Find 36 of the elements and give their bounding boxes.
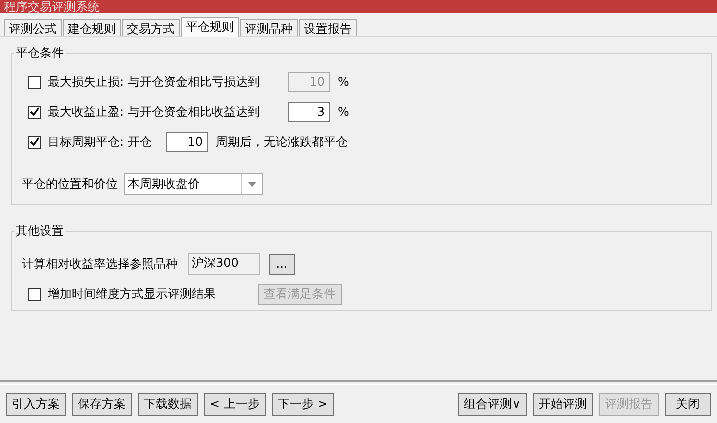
group-title: 平仓条件 [15, 45, 65, 62]
checkbox[interactable] [28, 106, 41, 118]
tab[interactable]: 评测品种 [240, 19, 298, 36]
dropdown[interactable]: 本周期收盘价 [124, 173, 263, 195]
browse-button[interactable]: ... [269, 254, 295, 274]
caret-icon [248, 182, 256, 186]
footer-button[interactable]: < 上一步 [204, 392, 266, 416]
rule-label: 目标周期平仓: 开仓 [48, 134, 153, 150]
unit-label: 周期后，无论涨跌都平仓 [216, 134, 348, 150]
tab[interactable]: 设置报告 [299, 19, 357, 36]
group-title: 其他设置 [15, 223, 65, 240]
window-title: 程序交易评测系统 [3, 1, 100, 13]
tab[interactable]: 交易方式 [122, 19, 180, 36]
footer-button[interactable]: 下载数据 [138, 392, 198, 416]
footer-button[interactable]: 下一步 > [272, 392, 334, 416]
checkbox[interactable] [28, 136, 41, 148]
tab[interactable]: 评测公式 [4, 19, 62, 36]
footer-button[interactable]: 开始评测 [533, 392, 593, 416]
footer-button[interactable]: 保存方案 [72, 392, 132, 416]
rule-label: 最大收益止盈: 与开仓资金相比收益达到 [48, 104, 261, 120]
unit-label: % [338, 75, 350, 89]
reference-label: 计算相对收益率选择参照品种 [22, 256, 178, 272]
footer-button[interactable]: 组合评测∨ [458, 392, 527, 416]
checkbox[interactable] [28, 76, 41, 88]
option-label: 增加时间维度方式显示评测结果 [48, 286, 217, 302]
rule-label: 最大损失止损: 与开仓资金相比亏损达到 [48, 74, 261, 90]
footer-button[interactable]: 关闭 [665, 392, 711, 416]
footer-button[interactable]: 引入方案 [6, 392, 66, 416]
number-field[interactable]: 3 [288, 102, 330, 122]
checkbox[interactable] [28, 288, 41, 300]
tab[interactable]: 建仓规则 [63, 19, 121, 36]
unit-label: % [338, 105, 350, 119]
tab[interactable]: 平仓规则 [181, 17, 239, 37]
position-label: 平仓的位置和价位 [22, 176, 118, 192]
reference-field[interactable]: 沪深300 [188, 253, 260, 275]
number-field[interactable]: 10 [166, 132, 208, 152]
